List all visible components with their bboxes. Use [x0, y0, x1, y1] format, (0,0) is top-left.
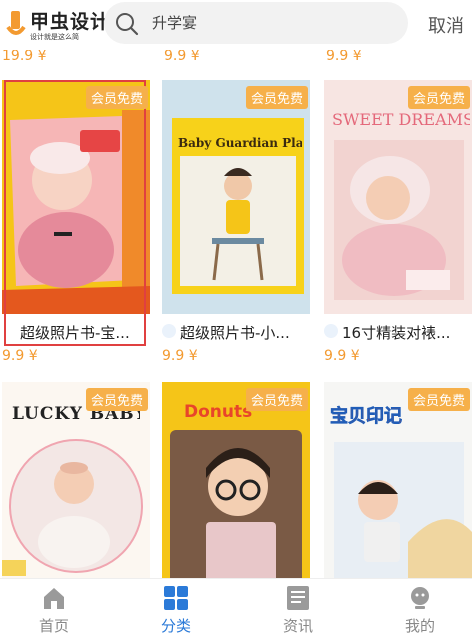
search-bar[interactable]: 升学宴 [104, 2, 408, 44]
price-label: 9.9 ¥ [164, 48, 200, 64]
title-dot-icon [324, 324, 338, 338]
svg-text:宝贝印记: 宝贝印记 [330, 405, 402, 427]
template-card[interactable]: Donuts 会员免费 [162, 382, 310, 616]
grid-icon [164, 586, 188, 610]
nav-item-category[interactable]: 分类 [136, 585, 216, 636]
card-title-row: 16寸精装对裱... [324, 320, 472, 344]
profile-icon [411, 587, 429, 609]
card-title: 16寸精装对裱... [342, 324, 451, 342]
member-free-badge: 会员免费 [85, 388, 148, 411]
search-input[interactable]: 升学宴 [152, 12, 197, 33]
template-card[interactable]: LUCKY BABY 会员免费 [2, 382, 150, 616]
baby-photo-illustration [162, 80, 310, 314]
nav-label: 分类 [160, 617, 191, 635]
header: 甲虫设计 设计就是这么简 升学宴 取消 [0, 0, 472, 50]
beetle-logo-icon [6, 11, 26, 35]
price-label: 19.9 ¥ [2, 48, 47, 64]
card-price: 9.9 ¥ [324, 348, 360, 364]
app-logo[interactable]: 甲虫设计 设计就是这么简 [6, 6, 106, 42]
member-free-badge: 会员免费 [407, 86, 470, 109]
card-title-row: 超级照片书-小... [162, 320, 310, 344]
template-card[interactable]: Baby Guardian Plan 会员免费 超级照片书-小... 9.9 ¥ [162, 80, 310, 370]
nav-item-news[interactable]: 资讯 [258, 585, 338, 636]
nav-item-home[interactable]: 首页 [14, 585, 94, 636]
title-dot-icon [162, 324, 176, 338]
selection-highlight [4, 80, 146, 346]
member-free-badge: 会员免费 [245, 388, 308, 411]
logo-text: 甲虫设计 [30, 11, 106, 33]
member-free-badge: 会员免费 [245, 86, 308, 109]
template-art-text: SWEET DREAMS [332, 110, 470, 129]
bottom-nav: 首页 分类 资讯 我的 [0, 578, 472, 638]
card-price: 9.9 ¥ [2, 348, 38, 364]
template-card[interactable]: SWEET DREAMS 会员免费 16寸精装对裱... 9.9 ¥ [324, 80, 472, 370]
logo-slogan: 设计就是这么简 [30, 33, 79, 41]
cancel-button[interactable]: 取消 [428, 12, 464, 38]
template-thumbnail[interactable]: SWEET DREAMS 会员免费 [324, 80, 472, 314]
home-icon [44, 588, 64, 609]
price-label: 9.9 ¥ [326, 48, 362, 64]
search-icon [116, 13, 139, 36]
template-art-text: Baby Guardian Plan [178, 136, 302, 150]
nav-label: 我的 [404, 617, 435, 635]
news-icon [287, 586, 309, 610]
nav-label: 首页 [38, 617, 69, 635]
card-price: 9.9 ¥ [162, 348, 198, 364]
card-title: 超级照片书-小... [180, 324, 290, 342]
template-card[interactable]: 宝贝印记 会员免费 [324, 382, 472, 616]
member-free-badge: 会员免费 [85, 86, 148, 109]
nav-label: 资讯 [282, 617, 313, 635]
nav-item-profile[interactable]: 我的 [380, 585, 460, 636]
member-free-badge: 会员免费 [407, 388, 470, 411]
template-thumbnail[interactable]: Baby Guardian Plan 会员免费 [162, 80, 310, 314]
